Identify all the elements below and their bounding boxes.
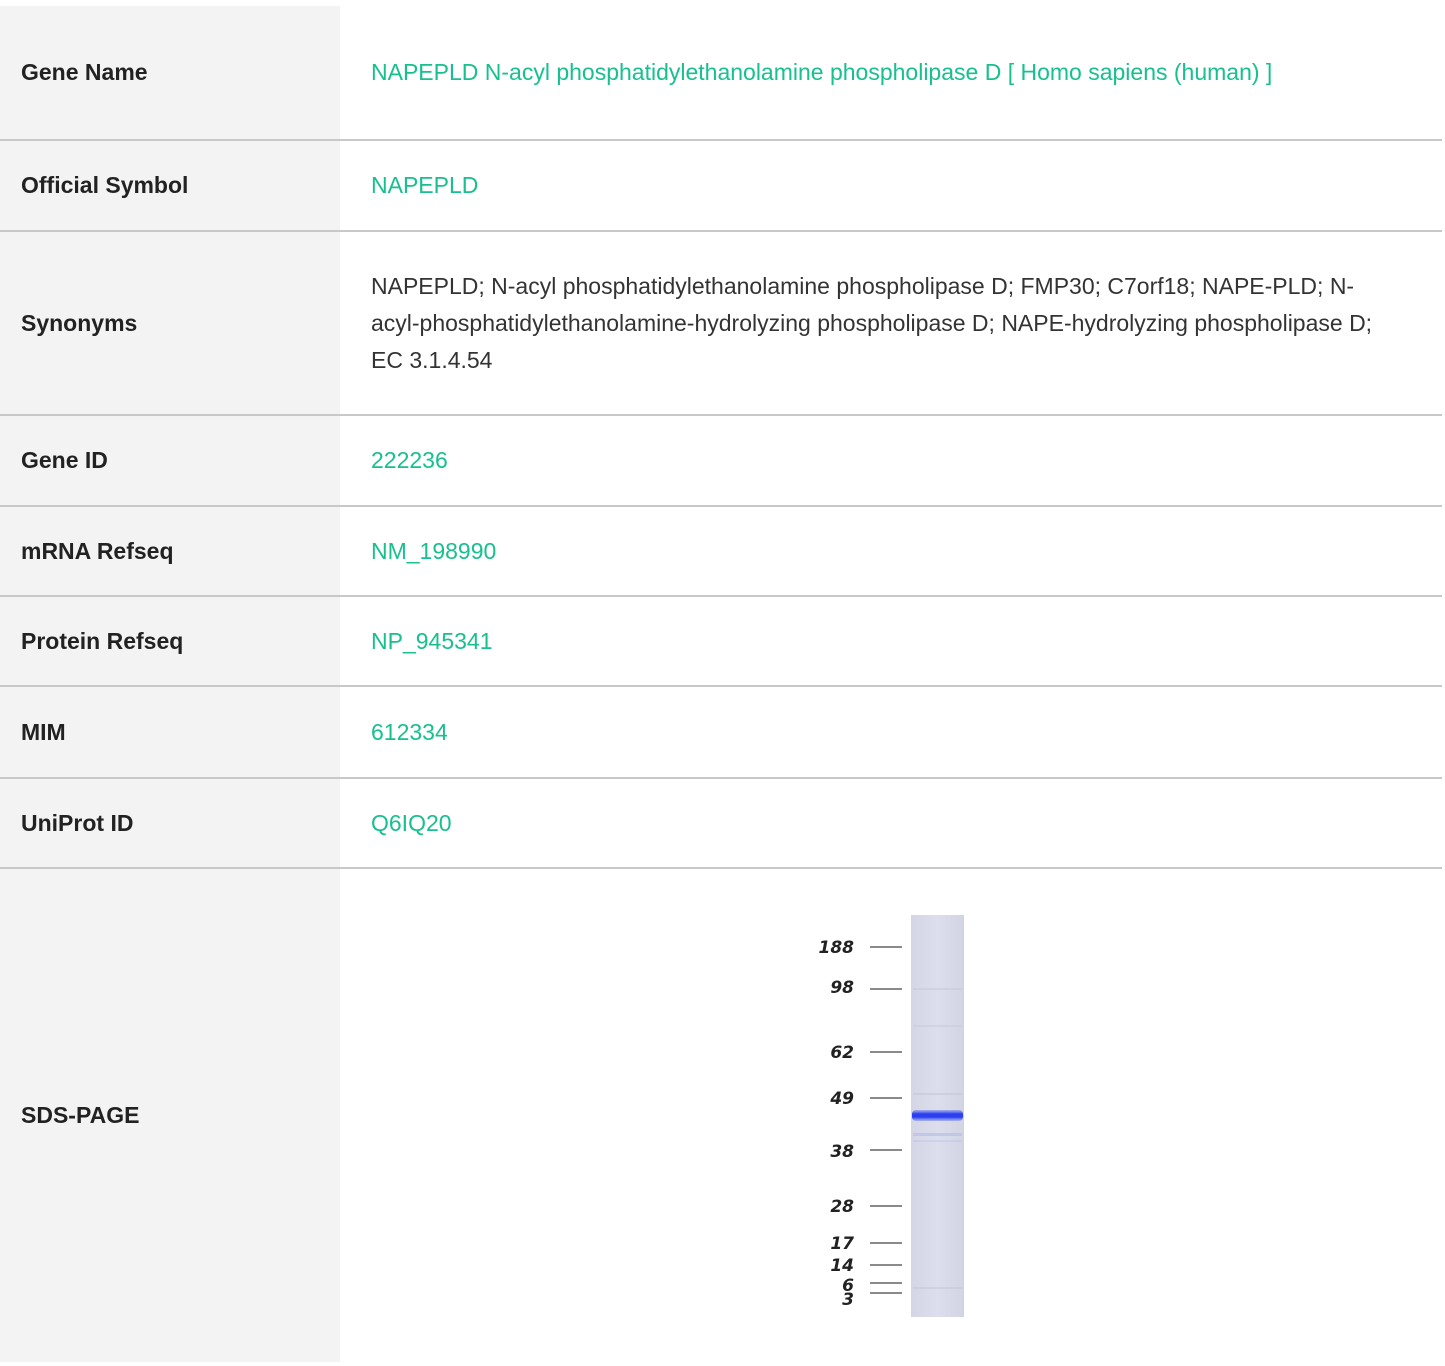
official-symbol-label: Official Symbol [0, 139, 340, 231]
gene-name-link[interactable]: NAPEPLD N-acyl phosphatidylethanolamine … [371, 59, 1272, 85]
official-symbol-link[interactable]: NAPEPLD [371, 172, 478, 198]
marker-label-38: 38 [830, 1142, 854, 1162]
marker-label-62: 62 [830, 1043, 854, 1063]
protein-band [912, 1109, 963, 1121]
row-gene-name: Gene Name NAPEPLD N-acyl phosphatidyleth… [0, 6, 1442, 140]
marker-label-49: 49 [829, 1089, 854, 1109]
gene-id-link[interactable]: 222236 [371, 447, 448, 473]
uniprot-id-value: Q6IQ20 [340, 777, 1442, 868]
protein-refseq-label: Protein Refseq [0, 595, 340, 686]
uniprot-id-label: UniProt ID [0, 777, 340, 868]
mim-label: MIM [0, 685, 340, 778]
mrna-refseq-label: mRNA Refseq [0, 505, 340, 596]
gene-name-value: NAPEPLD N-acyl phosphatidylethanolamine … [340, 6, 1442, 140]
row-uniprot-id: UniProt ID Q6IQ20 [0, 777, 1442, 868]
marker-label-188: 188 [819, 938, 855, 958]
mim-value: 612334 [340, 685, 1442, 778]
sds-page-value: 188 98 62 49 38 28 17 14 6 3 [340, 867, 1442, 1362]
mrna-refseq-value: NM_198990 [340, 505, 1442, 596]
mim-link[interactable]: 612334 [371, 719, 448, 745]
marker-label-98: 98 [830, 978, 854, 998]
marker-label-14: 14 [830, 1256, 854, 1276]
mrna-refseq-link[interactable]: NM_198990 [371, 538, 496, 564]
row-mim: MIM 612334 [0, 685, 1442, 778]
row-mrna-refseq: mRNA Refseq NM_198990 [0, 505, 1442, 596]
official-symbol-value: NAPEPLD [340, 139, 1442, 231]
synonyms-value: NAPEPLD; N-acyl phosphatidylethanolamine… [340, 230, 1442, 415]
row-gene-id: Gene ID 222236 [0, 414, 1442, 506]
row-official-symbol: Official Symbol NAPEPLD [0, 139, 1442, 231]
gene-name-label: Gene Name [0, 6, 340, 140]
protein-refseq-link[interactable]: NP_945341 [371, 628, 493, 654]
row-synonyms: Synonyms NAPEPLD; N-acyl phosphatidyleth… [0, 230, 1442, 415]
marker-label-3: 3 [842, 1290, 854, 1310]
marker-label-17: 17 [830, 1234, 854, 1254]
synonyms-label: Synonyms [0, 230, 340, 415]
gene-info-table: Gene Name NAPEPLD N-acyl phosphatidyleth… [0, 6, 1442, 1362]
uniprot-id-link[interactable]: Q6IQ20 [371, 810, 452, 836]
sds-page-gel-image: 188 98 62 49 38 28 17 14 6 3 [816, 914, 966, 1317]
gel-svg: 1889862493828171463 [816, 914, 966, 1317]
marker-label-28: 28 [830, 1197, 854, 1217]
row-protein-refseq: Protein Refseq NP_945341 [0, 595, 1442, 686]
protein-refseq-value: NP_945341 [340, 595, 1442, 686]
sds-page-label: SDS-PAGE [0, 867, 340, 1362]
gene-id-value: 222236 [340, 414, 1442, 506]
row-sds-page: SDS-PAGE 188 98 62 49 38 28 17 14 6 3 [0, 867, 1442, 1362]
gene-id-label: Gene ID [0, 414, 340, 506]
